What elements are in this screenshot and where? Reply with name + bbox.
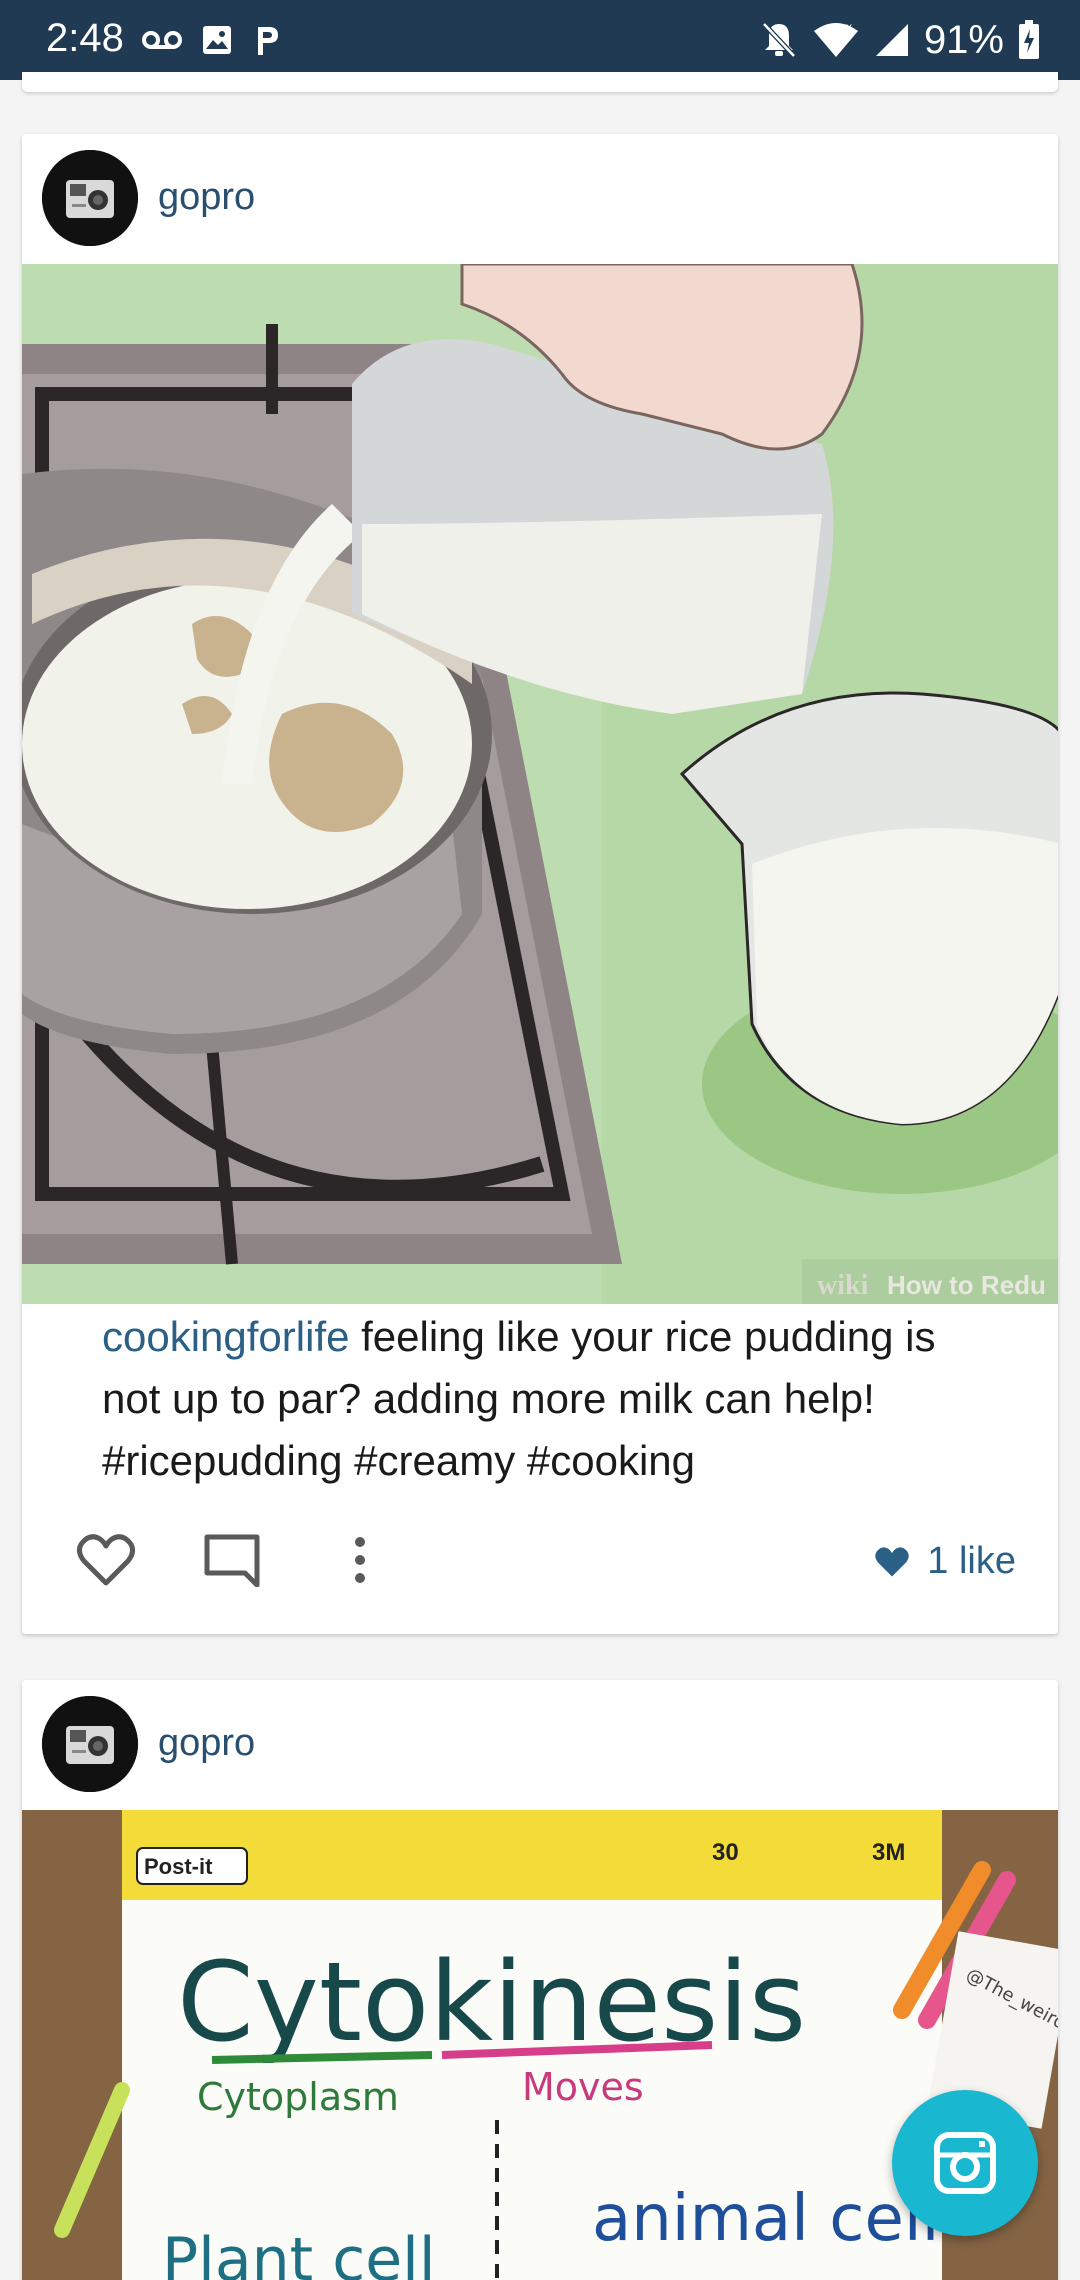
- rice-pudding-illustration: wiki How to Redu: [22, 264, 1058, 1304]
- poster-word-right: Moves: [522, 2065, 644, 2109]
- heart-outline-icon: [76, 1534, 136, 1586]
- avatar[interactable]: [42, 1696, 138, 1792]
- poster-bottom-right: animal cell: [592, 2182, 939, 2256]
- like-count-text: 1 like: [927, 1540, 1016, 1582]
- heart-filled-icon: [875, 1546, 910, 1576]
- post-image[interactable]: Post-it 30 3M Cytokinesis Cytoplasm Move…: [22, 1810, 1058, 2280]
- previous-post-card: [22, 72, 1058, 92]
- status-right: x 91%: [760, 14, 1040, 66]
- voicemail-icon: [142, 28, 182, 52]
- post-username[interactable]: gopro: [158, 176, 255, 219]
- like-count[interactable]: 1 like: [873, 1540, 1016, 1583]
- image-icon: [202, 25, 232, 55]
- post-header: gopro: [22, 134, 1058, 264]
- post-header: gopro: [22, 1680, 1058, 1810]
- comment-icon: [204, 1534, 260, 1587]
- cytokinesis-poster-photo: Post-it 30 3M Cytokinesis Cytoplasm Move…: [22, 1810, 1058, 2280]
- p-icon: [252, 23, 282, 57]
- battery-charging-icon: [1018, 20, 1040, 60]
- comment-button[interactable]: [200, 1528, 264, 1592]
- avatar[interactable]: [42, 150, 138, 246]
- more-options-button[interactable]: [328, 1528, 392, 1592]
- post-card: gopro wiki How to Redu cookingforlife fe…: [22, 134, 1058, 1634]
- caption-username[interactable]: cookingforlife: [102, 1313, 349, 1360]
- pad-count-text: 30: [712, 1839, 739, 1866]
- watermark-text: How to Redu: [887, 1270, 1046, 1300]
- camera-avatar-icon: [42, 1696, 138, 1792]
- post-image[interactable]: wiki How to Redu: [22, 264, 1058, 1304]
- status-left-icons: [142, 20, 282, 60]
- status-time: 2:48: [46, 16, 124, 60]
- instagram-camera-icon: [934, 2132, 996, 2194]
- wifi-icon: x: [812, 21, 860, 59]
- status-bar: 2:48 x 91%: [0, 0, 1080, 80]
- post-caption: cookingforlife feeling like your rice pu…: [102, 1306, 1002, 1492]
- instagram-share-button[interactable]: [892, 2090, 1038, 2236]
- battery-percent: 91%: [923, 17, 1004, 62]
- more-vertical-icon: [355, 1537, 365, 1583]
- post-actions: 1 like: [22, 1514, 1058, 1604]
- pad-brand-text: Post-it: [144, 1854, 213, 1879]
- like-button[interactable]: [74, 1528, 138, 1592]
- camera-avatar-icon: [42, 150, 138, 246]
- pad-maker-text: 3M: [872, 1839, 905, 1866]
- watermark-brand: wiki: [817, 1270, 869, 1301]
- svg-text:x: x: [846, 21, 852, 34]
- post-username[interactable]: gopro: [158, 1722, 255, 1765]
- poster-word-left: Cytoplasm: [197, 2075, 399, 2119]
- notifications-off-icon: [760, 20, 798, 60]
- poster-bottom-left: Plant cell: [162, 2225, 436, 2280]
- signal-icon: [874, 22, 910, 58]
